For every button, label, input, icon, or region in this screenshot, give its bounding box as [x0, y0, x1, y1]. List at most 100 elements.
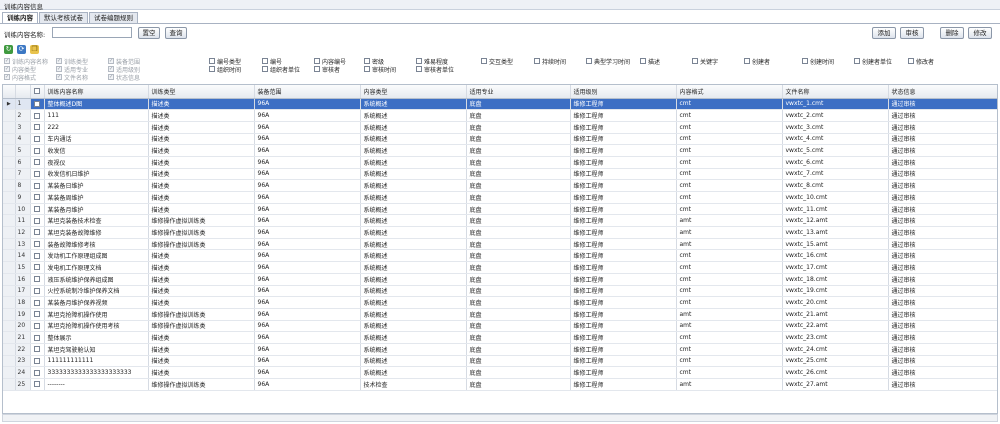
header-select-all[interactable]	[30, 85, 45, 99]
column-header[interactable]: 适用级别	[570, 85, 677, 99]
column-option-checkbox[interactable]	[744, 58, 750, 64]
column-option[interactable]: 组织时间	[209, 65, 241, 74]
row-checkbox[interactable]	[33, 252, 40, 259]
query-button[interactable]: 查询	[165, 27, 187, 39]
row-select-cell[interactable]	[30, 320, 45, 333]
column-header[interactable]: 装备范围	[254, 85, 361, 99]
row-checkbox[interactable]	[33, 217, 40, 224]
copy-icon[interactable]: ❐	[30, 45, 39, 54]
select-all-checkbox[interactable]	[33, 88, 40, 95]
row-select-cell[interactable]	[30, 109, 45, 122]
column-option[interactable]: 组织者单位	[262, 65, 300, 74]
table-row[interactable]: 14 发动机工作原理组成图 描述类 96A 系统概述 底盘 维修工程师 cmt vwxtc_16…	[3, 249, 997, 263]
row-checkbox[interactable]	[33, 276, 40, 283]
row-checkbox[interactable]	[33, 322, 40, 329]
horizontal-scrollbar[interactable]	[2, 414, 998, 422]
row-select-cell[interactable]	[30, 261, 45, 274]
column-option-checkbox[interactable]	[854, 58, 860, 64]
column-option[interactable]: 关键字	[692, 57, 718, 66]
column-option-checkbox[interactable]	[364, 66, 370, 72]
table-row[interactable]: 4 车内通话 描述类 96A 系统概述 底盘 维修工程师 cmt vwxtc_4.cmt 通过审核	[3, 133, 997, 146]
row-select-cell[interactable]	[30, 214, 45, 228]
table-row[interactable]: 8 某装备日维护 描述类 96A 系统概述 底盘 维修工程师 cmt vwxtc_8.cmt 通过…	[3, 179, 997, 192]
column-option[interactable]: 创建者单位	[854, 57, 892, 66]
sync-icon[interactable]: ⟳	[17, 45, 26, 54]
table-row[interactable]: 18 某装备月维护保养视频 描述类 96A 系统概述 底盘 维修工程师 cmt vwxtc_20…	[3, 296, 997, 309]
row-checkbox[interactable]	[33, 334, 40, 341]
column-option-checkbox[interactable]	[314, 66, 320, 72]
row-checkbox[interactable]	[33, 206, 40, 213]
column-option[interactable]: 审核者单位	[416, 65, 454, 74]
row-checkbox[interactable]	[33, 357, 40, 364]
clear-button[interactable]: 置空	[138, 27, 160, 39]
review-button[interactable]: 审核	[900, 27, 924, 39]
row-checkbox[interactable]	[33, 170, 40, 177]
row-select-cell[interactable]	[30, 378, 45, 391]
row-select-cell[interactable]	[30, 366, 45, 379]
table-row[interactable]: 10 某装备月维护 描述类 96A 系统概述 底盘 维修工程师 cmt vwxtc_11.cmt…	[3, 203, 997, 216]
row-checkbox[interactable]	[33, 229, 40, 236]
row-select-cell[interactable]	[30, 273, 45, 286]
column-header[interactable]: 状态信息	[888, 85, 997, 99]
column-option-checkbox[interactable]	[416, 66, 422, 72]
column-header[interactable]: 内容格式	[676, 85, 783, 99]
table-row[interactable]: 21 整体展示 描述类 96A 系统概述 底盘 维修工程师 cmt vwxtc_23.cmt 通过…	[3, 331, 997, 344]
table-row[interactable]: 20 某坦克抢障机操作使用考核 维修操作虚拟训练类 96A 系统概述 底盘 维修工程师 amt…	[3, 320, 997, 333]
row-select-cell[interactable]	[30, 168, 45, 181]
column-option-checkbox[interactable]	[908, 58, 914, 64]
row-checkbox[interactable]	[33, 369, 40, 376]
column-option-checkbox[interactable]	[802, 58, 808, 64]
row-checkbox[interactable]	[33, 112, 40, 119]
row-select-cell[interactable]	[30, 331, 45, 344]
row-checkbox[interactable]	[33, 287, 40, 294]
column-header[interactable]: 训练类型	[148, 85, 255, 99]
column-option[interactable]: 审核时间	[364, 65, 396, 74]
column-option[interactable]: 修改者	[908, 57, 934, 66]
row-checkbox[interactable]	[33, 241, 40, 248]
table-row[interactable]: 11 某坦克装备技术检查 维修操作虚拟训练类 96A 系统概述 底盘 维修工程师 amt vwx…	[3, 214, 997, 228]
table-row[interactable]: 2 111 描述类 96A 系统概述 底盘 维修工程师 cmt vwxtc_2.cmt 通过审核	[3, 109, 997, 122]
column-option[interactable]: 审核者	[314, 65, 340, 74]
row-checkbox[interactable]	[33, 194, 40, 201]
column-option[interactable]: 创建时间	[802, 57, 834, 66]
column-option-checkbox[interactable]	[416, 58, 422, 64]
table-row[interactable]: 19 某坦克抢障机操作使用 维修操作虚拟训练类 96A 系统概述 底盘 维修工程师 amt vw…	[3, 308, 997, 321]
row-select-cell[interactable]	[30, 144, 45, 157]
row-select-cell[interactable]	[30, 226, 45, 239]
column-option[interactable]: 典型学习时间	[586, 57, 630, 66]
row-checkbox[interactable]	[33, 100, 40, 107]
column-option-checkbox[interactable]	[209, 66, 215, 72]
row-select-cell[interactable]	[30, 156, 45, 169]
delete-button[interactable]: 删除	[940, 27, 964, 39]
column-option-checkbox[interactable]	[586, 58, 592, 64]
table-row[interactable]: 24 3333333333333333333333 描述类 96A 系统概述 底盘 维修工程…	[3, 366, 997, 379]
column-option-checkbox[interactable]	[314, 58, 320, 64]
edit-button[interactable]: 修改	[968, 27, 992, 39]
row-select-cell[interactable]	[30, 179, 45, 192]
column-option-checkbox[interactable]	[262, 66, 268, 72]
table-row[interactable]: 22 某坦克驾驶舱认知 描述类 96A 系统概述 底盘 维修工程师 cmt vwxtc_24.c…	[3, 343, 997, 356]
row-select-cell[interactable]	[30, 98, 45, 111]
table-row[interactable]: ▶ 1 整体概述D图 描述类 96A 系统概述 底盘 维修工程师 cmt vwxtc_1.cmt 通…	[3, 98, 997, 111]
row-select-cell[interactable]	[30, 133, 45, 146]
row-select-cell[interactable]	[30, 249, 45, 263]
row-select-cell[interactable]	[30, 203, 45, 216]
column-header[interactable]: 文件名称	[782, 85, 889, 99]
add-button[interactable]: 添加	[872, 27, 896, 39]
row-checkbox[interactable]	[33, 147, 40, 154]
table-row[interactable]: 12 某坦克装备故障维修 维修操作虚拟训练类 96A 系统概述 底盘 维修工程师 amt vwx…	[3, 226, 997, 239]
tab-exam-rules[interactable]: 试卷编题规则	[89, 12, 138, 23]
row-select-cell[interactable]	[30, 355, 45, 368]
row-select-cell[interactable]	[30, 191, 45, 204]
row-checkbox[interactable]	[33, 135, 40, 142]
table-row[interactable]: 23 111111111111 描述类 96A 系统概述 底盘 维修工程师 cmt vwxtc_…	[3, 355, 997, 368]
row-select-cell[interactable]	[30, 238, 45, 251]
table-row[interactable]: 17 火控系统制冷维护保养文档 描述类 96A 系统概述 底盘 维修工程师 cmt vwxtc_…	[3, 285, 997, 298]
table-row[interactable]: 16 液压系统维护保养组成图 描述类 96A 系统概述 底盘 维修工程师 cmt vwxtc_1…	[3, 273, 997, 286]
column-option[interactable]: 持续时间	[534, 57, 566, 66]
column-header[interactable]: 内容类型	[360, 85, 467, 99]
table-row[interactable]: 5 收发信 描述类 96A 系统概述 底盘 维修工程师 cmt vwxtc_5.cmt 通过审核	[3, 144, 997, 157]
row-select-cell[interactable]	[30, 343, 45, 356]
column-option[interactable]: 描述	[640, 57, 660, 66]
tab-default-exam[interactable]: 默认考核试卷	[39, 12, 88, 23]
